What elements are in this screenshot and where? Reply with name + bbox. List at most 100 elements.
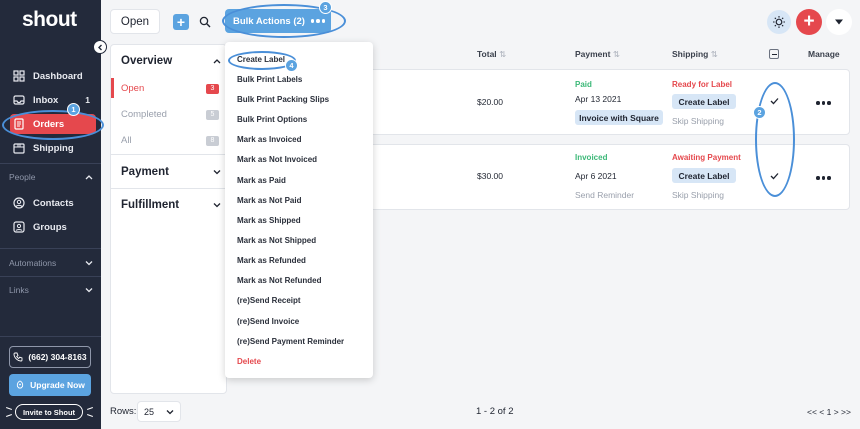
sidebar-divider [0,248,101,249]
menu-item-bulk-print-labels[interactable]: Bulk Print Labels [237,75,302,84]
rows-per-page-select[interactable]: 25 [137,401,181,422]
filter-all[interactable]: All 8 [121,135,219,146]
fulfillment-filter-toggle[interactable]: Fulfillment [121,199,221,211]
chevron-down-icon [166,409,174,414]
menu-item-mark-paid[interactable]: Mark as Paid [237,176,286,185]
column-header-manage: Manage [808,49,840,59]
collapse-sidebar-button[interactable] [93,40,107,54]
column-header-label: Shipping [672,49,709,59]
sidebar-item-inbox[interactable]: Inbox 1 [10,90,96,110]
menu-item-mark-invoiced[interactable]: Mark as Invoiced [237,135,301,144]
inbox-count: 1 [85,95,90,105]
filter-open[interactable]: Open 3 [121,83,219,94]
column-header-shipping[interactable]: Shipping ⇅ [672,49,718,60]
sidebar-item-label: Inbox [33,94,59,106]
skip-shipping-link[interactable]: Skip Shipping [672,116,724,126]
sun-icon [773,16,785,28]
sidebar: shout Dashboard Inbox 1 Orders Shipping … [0,0,101,429]
links-section-label: Links [9,285,29,295]
phone-icon [13,352,23,362]
phone-number-button[interactable]: (662) 304-8163 [9,346,91,368]
shipping-icon [13,143,25,154]
button-label: Invoice with Square [579,112,659,123]
add-filter-button[interactable]: + [173,14,189,30]
menu-item-resend-invoice[interactable]: (re)Send Invoice [237,317,299,326]
order-total: $20.00 [477,97,503,107]
filter-label: All [121,135,132,146]
sort-icon: ⇅ [612,49,620,59]
pagination-range: 1 - 2 of 2 [476,406,514,417]
groups-icon [13,221,25,233]
create-label-button[interactable]: Create Label [672,94,736,109]
menu-item-resend-payment-reminder[interactable]: (re)Send Payment Reminder [237,337,344,346]
annotation-badge-2: 2 [753,106,766,119]
sort-icon: ⇅ [499,49,507,59]
people-section-label: People [9,172,36,182]
create-label-button[interactable]: Create Label [672,168,736,183]
plus-icon: + [803,11,815,32]
tab-open[interactable]: Open [110,9,160,34]
menu-item-mark-shipped[interactable]: Mark as Shipped [237,216,301,225]
menu-item-resend-receipt[interactable]: (re)Send Receipt [237,296,301,305]
chevron-down-icon [213,170,221,175]
send-reminder-link[interactable]: Send Reminder [575,190,634,200]
filter-completed[interactable]: Completed 5 [121,109,219,120]
menu-item-mark-not-paid[interactable]: Mark as Not Paid [237,196,301,205]
sidebar-divider [0,163,101,164]
active-filter-indicator [111,78,114,98]
people-section-toggle[interactable]: People [9,172,93,182]
sidebar-item-contacts[interactable]: Contacts [10,193,96,213]
sidebar-item-dashboard[interactable]: Dashboard [10,66,96,86]
overview-heading: Overview [121,55,173,67]
menu-item-mark-not-refunded[interactable]: Mark as Not Refunded [237,276,321,285]
menu-item-mark-not-invoiced[interactable]: Mark as Not Invoiced [237,155,317,164]
chevron-down-icon [213,203,221,208]
row-menu-icon[interactable] [816,176,831,180]
filter-count: 5 [206,109,219,120]
annotation-ring-checkboxes [755,82,795,197]
shipping-status: Ready for Label [672,80,733,89]
skip-shipping-link[interactable]: Skip Shipping [672,190,724,200]
payment-status: Paid [575,80,592,89]
shout-logo: shout [22,8,77,31]
overview-filter-toggle[interactable]: Overview [121,55,221,67]
account-menu-button[interactable] [826,9,852,35]
sidebar-item-label: Contacts [33,197,74,209]
column-header-total[interactable]: Total ⇅ [477,49,506,60]
rocket-icon [17,380,24,389]
chevron-down-icon [85,288,93,293]
chevron-down-icon [85,261,93,266]
automations-section-label: Automations [9,258,57,268]
invite-to-shout-button[interactable]: Invite to Shout [15,404,83,420]
payment-date: Apr 6 2021 [575,171,617,181]
annotation-badge-4: 4 [285,59,298,72]
menu-item-bulk-print-packing-slips[interactable]: Bulk Print Packing Slips [237,95,329,104]
column-header-label: Total [477,49,497,59]
theme-toggle-button[interactable] [767,10,791,34]
payment-filter-toggle[interactable]: Payment [121,166,221,178]
annotation-badge-1: 1 [67,103,80,116]
links-section-toggle[interactable]: Links [9,285,93,295]
filter-label: Completed [121,109,167,120]
rows-label: Rows: [110,406,137,417]
sidebar-item-groups[interactable]: Groups [10,217,96,237]
pagination-controls[interactable]: << < 1 > >> [807,407,851,417]
automations-section-toggle[interactable]: Automations [9,258,93,268]
invoice-with-square-button[interactable]: Invoice with Square [575,110,663,125]
menu-item-delete[interactable]: Delete [237,357,261,366]
annotation-ring-orders [2,110,104,140]
upgrade-now-button[interactable]: Upgrade Now [9,374,91,396]
open-tab-label: Open [120,15,150,28]
row-menu-icon[interactable] [816,101,831,105]
menu-item-mark-not-shipped[interactable]: Mark as Not Shipped [237,236,316,245]
filter-divider [111,154,228,155]
select-all-checkbox[interactable] [769,49,779,59]
column-header-payment[interactable]: Payment ⇅ [575,49,620,60]
menu-item-bulk-print-options[interactable]: Bulk Print Options [237,115,307,124]
sidebar-item-shipping[interactable]: Shipping [10,138,96,158]
sidebar-divider [0,336,101,337]
menu-item-mark-refunded[interactable]: Mark as Refunded [237,256,306,265]
create-new-button[interactable]: + [796,9,822,35]
search-icon[interactable] [199,16,211,28]
shipping-status: Awaiting Payment [672,153,741,162]
